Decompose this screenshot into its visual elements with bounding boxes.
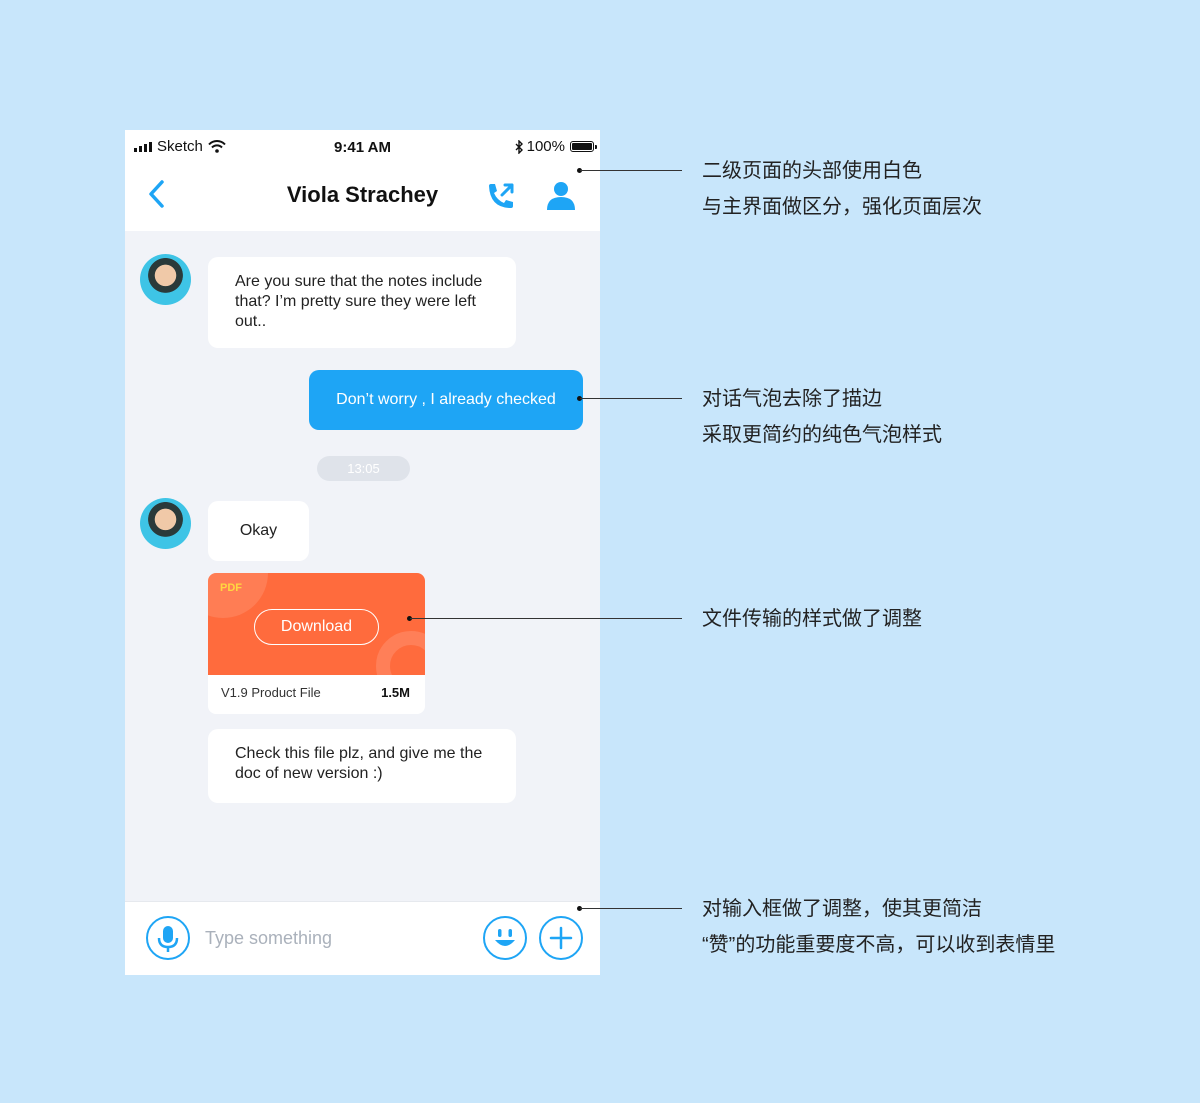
avatar[interactable] (140, 498, 191, 549)
plus-icon (549, 926, 573, 950)
annotation-line: 对输入框做了调整，使其更简洁 (702, 898, 982, 920)
page-title: Viola Strachey (286, 182, 439, 207)
annotation-line: 对话气泡去除了描边 (702, 388, 882, 410)
status-bar: Sketch 9:41 AM 100% (125, 130, 600, 162)
file-type-badge: PDF (220, 582, 242, 594)
outgoing-message: Don’t worry , I already checked (309, 370, 583, 430)
annotation-connector (580, 398, 682, 399)
incoming-message: Are you sure that the notes include that… (208, 257, 516, 348)
message-input-bar: Type something (125, 901, 600, 975)
avatar[interactable] (140, 254, 191, 305)
annotation-line: 文件传输的样式做了调整 (702, 608, 922, 630)
annotation-header: 二级页面的头部使用白色 与主界面做区分，强化页面层次 (702, 153, 982, 225)
call-icon[interactable] (485, 180, 517, 212)
annotation-line: 采取更简约的纯色气泡样式 (702, 424, 942, 446)
chat-header: Sketch 9:41 AM 100% Viola Strachey (125, 130, 600, 231)
file-preview: PDF Download (208, 573, 425, 675)
incoming-message: Check this file plz, and give me the doc… (208, 729, 516, 803)
annotation-input: 对输入框做了调整，使其更简洁 “赞”的功能重要度不高，可以收到表情里 (702, 891, 1055, 963)
bluetooth-icon (515, 139, 523, 154)
annotation-line: “赞”的功能重要度不高，可以收到表情里 (702, 934, 1056, 956)
download-button[interactable]: Download (254, 609, 379, 645)
emoji-icon (495, 929, 515, 946)
annotation-line: 二级页面的头部使用白色 (702, 160, 922, 182)
incoming-message: Okay (208, 501, 309, 561)
phone-screen: Sketch 9:41 AM 100% Viola Strachey Are y… (125, 130, 600, 975)
annotation-bubbles: 对话气泡去除了描边 采取更简约的纯色气泡样式 (702, 381, 942, 453)
annotation-connector (580, 170, 682, 171)
microphone-icon (157, 926, 179, 952)
annotation-connector (580, 908, 682, 909)
battery-icon (570, 141, 597, 152)
file-name: V1.9 Product File (221, 685, 321, 700)
message-input[interactable]: Type something (205, 928, 332, 949)
microphone-button[interactable] (146, 916, 190, 960)
message-timestamp: 13:05 (317, 456, 410, 481)
file-message-card: PDF Download V1.9 Product File 1.5M (208, 573, 425, 714)
emoji-button[interactable] (483, 916, 527, 960)
annotation-connector (410, 618, 682, 619)
battery-percent: 100% (526, 138, 565, 155)
add-button[interactable] (539, 916, 583, 960)
profile-icon[interactable] (545, 180, 577, 212)
annotation-file: 文件传输的样式做了调整 (702, 601, 922, 637)
annotation-line: 与主界面做区分，强化页面层次 (702, 196, 982, 218)
file-size: 1.5M (381, 685, 410, 700)
